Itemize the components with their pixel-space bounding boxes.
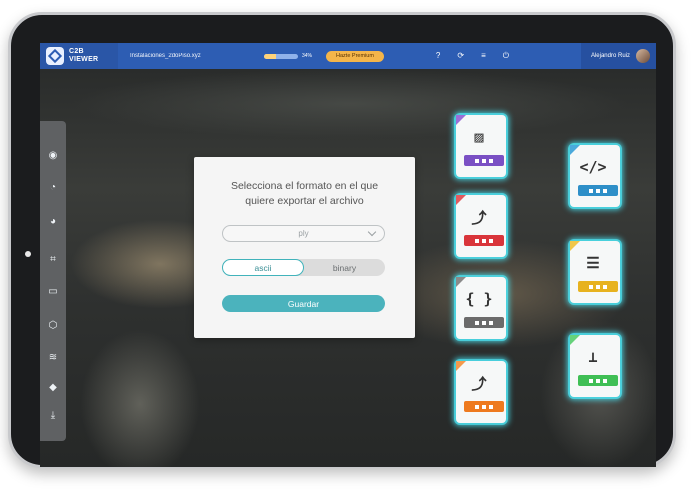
sync-icon[interactable]: ⟳ [457, 51, 464, 61]
vector-file-icon-orange[interactable]: ⤴ [454, 359, 508, 425]
download-icon[interactable]: ⤓ [43, 405, 63, 425]
tablet-frame: C2B VIEWER Instalaciones_2doPiso.xyz 34%… [8, 12, 676, 468]
form-file-icon[interactable]: ☰ [568, 239, 622, 305]
image-file-icon[interactable]: ▨ [454, 113, 508, 179]
user-menu[interactable]: Alejandro Ruiz [580, 43, 656, 69]
help-icon[interactable]: ? [436, 51, 440, 61]
progress-label: 34% [302, 53, 313, 59]
ruler-file-icon[interactable]: ⟂ [568, 333, 622, 399]
encoding-option-ascii[interactable]: ascii [222, 259, 304, 276]
file-type-tag [464, 235, 504, 246]
progress-track [264, 53, 298, 59]
file-symbol: ⤴ [471, 374, 487, 393]
dialog-title-line1: Selecciona el formato en el que [230, 180, 379, 192]
logo-icon [46, 47, 64, 65]
export-dialog: Selecciona el formato en el que quiere e… [194, 157, 415, 338]
file-type-tag [578, 281, 618, 292]
file-symbol: ⟂ [588, 348, 598, 366]
palette-add-icon[interactable]: ◕ [43, 211, 63, 231]
code-file-icon[interactable]: </> [568, 143, 622, 209]
file-symbol: { } [465, 290, 493, 308]
save-button[interactable]: Guardar [222, 295, 385, 312]
user-name: Alejandro Ruiz [590, 53, 630, 59]
crop-icon[interactable]: ⌗ [43, 249, 63, 269]
tablet-camera [25, 251, 31, 257]
target-icon[interactable]: ◉ [43, 145, 63, 165]
avatar[interactable] [636, 49, 650, 63]
power-icon[interactable]: ⏻ [503, 51, 509, 61]
dialog-title-line2: quiere exportar el archivo [245, 195, 364, 207]
file-type-tag [464, 401, 504, 412]
tool-sidebar: ◉ ◔ ◕ ⌗ ▭ ⬡ ≋ ◆ ⤓ [40, 121, 66, 441]
ruler-icon[interactable]: ▭ [43, 281, 63, 301]
menu-icon[interactable]: ≡ [481, 51, 486, 61]
palette-icon[interactable]: ◔ [43, 177, 63, 197]
encoding-option-binary[interactable]: binary [304, 259, 385, 276]
upload-progress: 34% [264, 53, 312, 59]
progress-fill [264, 53, 276, 59]
app-screen: C2B VIEWER Instalaciones_2doPiso.xyz 34%… [40, 43, 656, 467]
file-type-tag [578, 185, 618, 196]
top-bar: C2B VIEWER Instalaciones_2doPiso.xyz 34%… [40, 43, 656, 69]
encoding-toggle: ascii binary [222, 259, 385, 276]
file-type-tag [464, 155, 504, 166]
cube-icon[interactable]: ⬡ [43, 315, 63, 335]
chevron-down-icon [367, 227, 377, 237]
format-selected-value: ply [298, 229, 309, 238]
file-name: Instalaciones_2doPiso.xyz [130, 53, 201, 59]
file-type-tag [464, 317, 504, 328]
app-name-line2: VIEWER [69, 56, 99, 63]
file-type-tag [578, 375, 618, 386]
header-actions: ? ⟳ ≡ ⏻ [436, 51, 509, 61]
layer-fill-icon[interactable]: ◆ [43, 377, 63, 397]
file-symbol: ⤴ [471, 208, 487, 227]
app-name-line1: C2B [69, 48, 84, 55]
file-symbol: ▨ [474, 128, 484, 146]
file-symbol: ☰ [586, 254, 600, 272]
app-logo: C2B VIEWER [40, 43, 118, 69]
dialog-title: Selecciona el formato en el que quiere e… [209, 179, 400, 209]
layers-icon[interactable]: ≋ [43, 347, 63, 367]
vector-file-icon-red[interactable]: ⤴ [454, 193, 508, 259]
premium-button[interactable]: Hazte Premium [326, 50, 384, 62]
format-select[interactable]: ply [222, 225, 385, 242]
json-file-icon[interactable]: { } [454, 275, 508, 341]
file-symbol: </> [579, 158, 607, 176]
